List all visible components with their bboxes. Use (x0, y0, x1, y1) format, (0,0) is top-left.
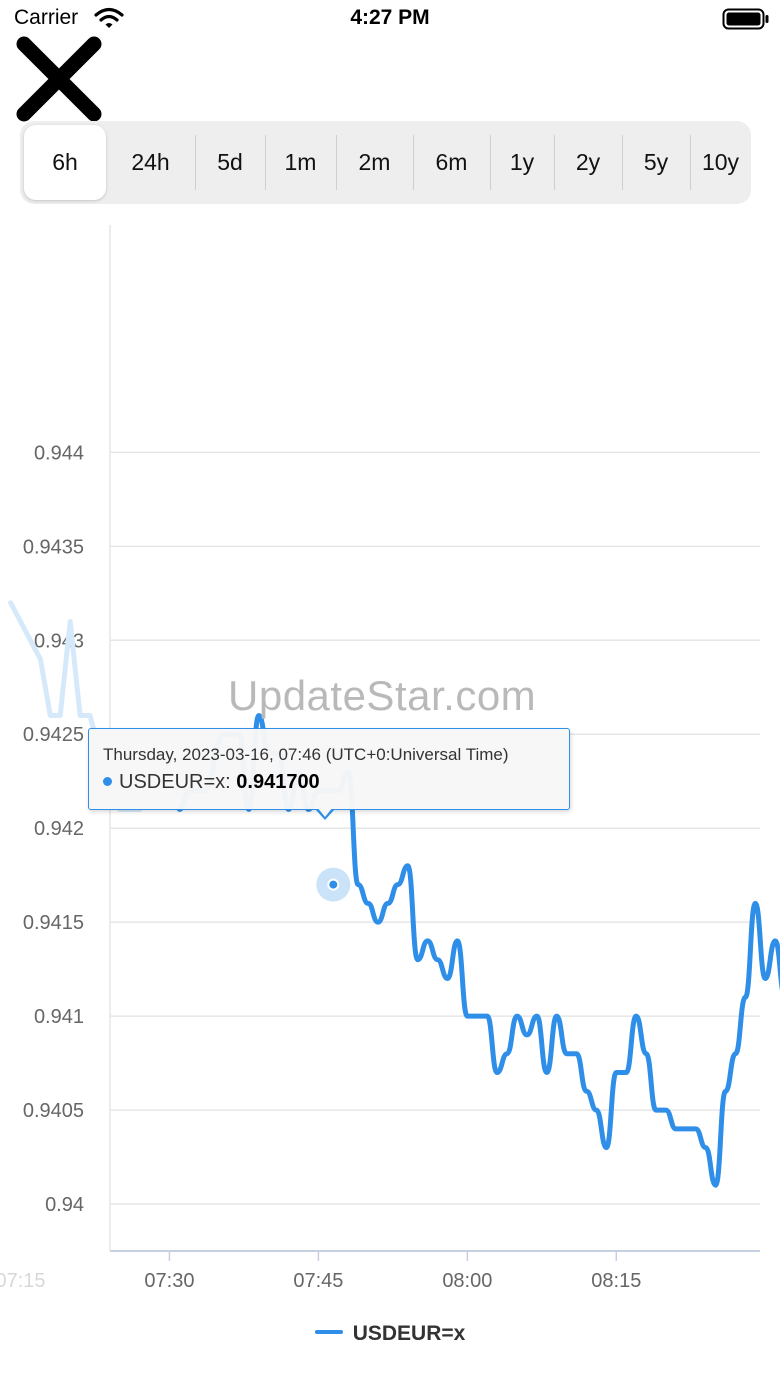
range-separator (195, 135, 196, 190)
chart-legend[interactable]: USDEUR=x (0, 1322, 780, 1346)
tooltip-value: 0.941700 (236, 771, 320, 793)
tooltip-date: Thursday, 2023-03-16, 07:46 (UTC+0:Unive… (103, 745, 509, 764)
hover-point (327, 878, 340, 891)
battery-icon (722, 8, 769, 30)
range-button-6m[interactable]: 6m (413, 121, 490, 204)
range-button-5d[interactable]: 5d (195, 121, 265, 204)
y-tick-label: 0.9425 (23, 724, 84, 746)
tooltip-series-row: USDEUR=x: 0.941700 (103, 771, 320, 794)
range-button-1m[interactable]: 1m (265, 121, 336, 204)
y-tick-label: 0.941 (34, 1006, 84, 1028)
range-separator (622, 135, 623, 190)
range-separator (690, 135, 691, 190)
legend-label: USDEUR=x (352, 1322, 466, 1345)
close-icon[interactable] (14, 36, 106, 124)
range-separator (490, 135, 491, 190)
range-button-6h[interactable]: 6h (24, 125, 106, 200)
range-button-5y[interactable]: 5y (622, 121, 690, 204)
time-range-selector: 6h 24h 5d 1m 2m 6m 1y 2y 5y 10y (20, 121, 751, 204)
x-tick-label: 08:15 (591, 1270, 641, 1292)
y-tick-label: 0.9405 (23, 1100, 84, 1122)
status-time: 4:27 PM (350, 6, 430, 29)
range-separator (413, 135, 414, 190)
tooltip-series-dot (103, 777, 112, 786)
chart-tooltip: Thursday, 2023-03-16, 07:46 (UTC+0:Unive… (88, 728, 570, 820)
tooltip-pointer (315, 807, 335, 820)
y-tick-label: 0.94 (45, 1194, 84, 1216)
x-tick-label: 08:00 (442, 1270, 492, 1292)
y-tick-label: 0.9415 (23, 912, 84, 934)
range-button-24h[interactable]: 24h (106, 121, 195, 204)
x-tick-label: 07:15 (0, 1270, 46, 1292)
y-tick-label: 0.944 (34, 442, 84, 464)
x-tick-label: 07:30 (144, 1270, 194, 1292)
range-separator (265, 135, 266, 190)
range-separator (554, 135, 555, 190)
legend-swatch (314, 1330, 343, 1334)
range-button-2y[interactable]: 2y (554, 121, 622, 204)
y-tick-label: 0.9435 (23, 536, 84, 558)
y-tick-label: 0.942 (34, 818, 84, 840)
range-button-2m[interactable]: 2m (336, 121, 413, 204)
tooltip-series-label: USDEUR=x: (119, 771, 231, 793)
range-button-10y[interactable]: 10y (690, 121, 751, 204)
status-bar: Carrier 4:27 PM (0, 0, 780, 40)
range-separator (336, 135, 337, 190)
x-tick-label: 07:45 (293, 1270, 343, 1292)
range-button-1y[interactable]: 1y (490, 121, 554, 204)
y-tick-label: 0.943 (34, 630, 84, 652)
